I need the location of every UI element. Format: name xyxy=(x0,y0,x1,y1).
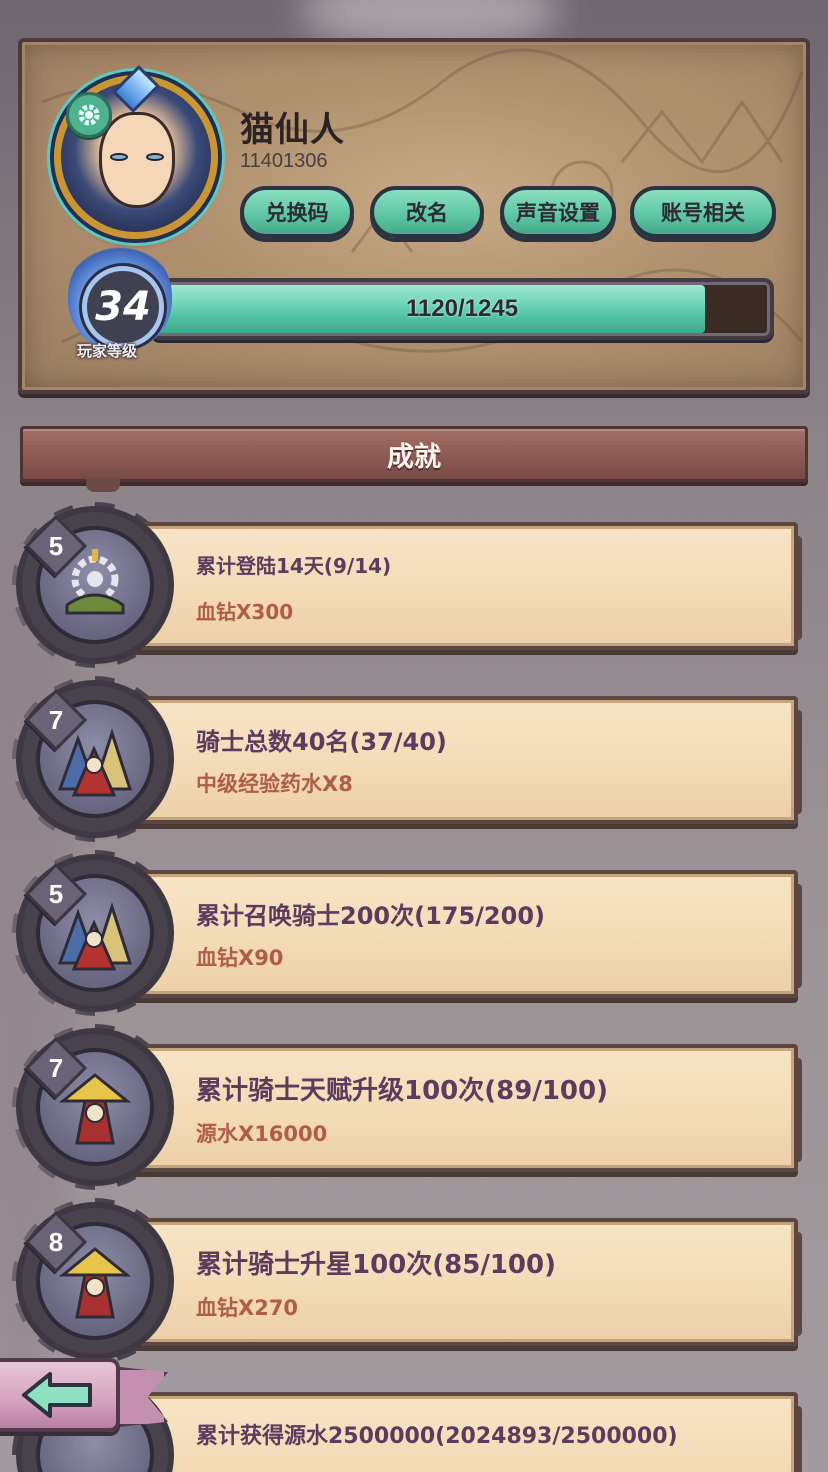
settings-gear-button[interactable] xyxy=(66,92,112,138)
achievement-reward: 中级经验药水X8 xyxy=(196,772,353,796)
achievement-level: 5 xyxy=(48,530,64,561)
achievement-title: 骑士总数40名(37/40) xyxy=(196,728,447,756)
achievement-card xyxy=(126,522,802,650)
achievement-level: 7 xyxy=(48,1052,64,1083)
player-id: 11401306 xyxy=(240,150,328,172)
achievement-card xyxy=(126,1044,802,1172)
back-button[interactable] xyxy=(0,1352,168,1438)
achievement-item[interactable]: 5 累计召唤骑士200次(175/200) 血钻X90 xyxy=(12,850,802,1016)
redeem-code-button[interactable]: 兑换码 xyxy=(240,186,354,238)
sound-settings-button[interactable]: 声音设置 xyxy=(500,186,616,238)
xp-progress-text: 1120/1245 xyxy=(405,295,519,322)
back-arrow-icon xyxy=(18,1370,98,1420)
achievement-reward: 血钻X90 xyxy=(196,946,284,970)
player-name: 猫仙人 xyxy=(240,110,345,150)
xp-progress-bar: 1120/1245 xyxy=(150,278,774,340)
eye-icon xyxy=(110,153,128,161)
achievement-title: 累计骑士天赋升级100次(89/100) xyxy=(196,1076,608,1106)
achievement-title: 累计获得源水2500000(2024893/2500000) xyxy=(196,1424,678,1449)
achievement-card xyxy=(126,1218,802,1346)
account-button[interactable]: 账号相关 xyxy=(630,186,776,238)
achievements-title-banner: 成就 xyxy=(20,426,808,482)
achievement-reward: 源水X16000 xyxy=(196,1122,328,1146)
rename-button[interactable]: 改名 xyxy=(370,186,484,238)
player-level-label: 玩家等级 xyxy=(77,342,138,360)
achievement-item[interactable]: 7 累计骑士天赋升级100次(89/100) 源水X16000 xyxy=(12,1024,802,1190)
player-level-number: 34 xyxy=(82,266,164,348)
eye-icon xyxy=(146,153,164,161)
achievement-item[interactable]: 7 骑士总数40名(37/40) 中级经验药水X8 xyxy=(12,676,802,842)
banner-tab xyxy=(86,478,120,492)
achievement-card xyxy=(126,696,802,824)
section-title: 成就 xyxy=(387,441,441,473)
achievement-title: 累计登陆14天(9/14) xyxy=(196,554,392,578)
achievement-title: 累计骑士升星100次(85/100) xyxy=(196,1250,556,1280)
achievement-level: 5 xyxy=(48,878,64,909)
achievement-level: 8 xyxy=(48,1226,64,1257)
gear-icon xyxy=(78,104,100,126)
achievement-card xyxy=(126,870,802,998)
achievement-reward: 血钻X270 xyxy=(196,1296,299,1320)
achievement-reward: 血钻X300 xyxy=(196,600,294,624)
achievement-level: 7 xyxy=(48,704,64,735)
profile-panel: 猫仙人 11401306 兑换码 改名 声音设置 账号相关 1120/1245 … xyxy=(18,38,810,394)
achievement-item[interactable]: 5 累计登陆14天(9/14) 血钻X300 xyxy=(12,502,802,668)
achievement-title: 累计召唤骑士200次(175/200) xyxy=(196,902,545,930)
achievement-item[interactable]: 8 累计骑士升星100次(85/100) 血钻X270 xyxy=(12,1198,802,1364)
avatar-face xyxy=(99,112,175,208)
